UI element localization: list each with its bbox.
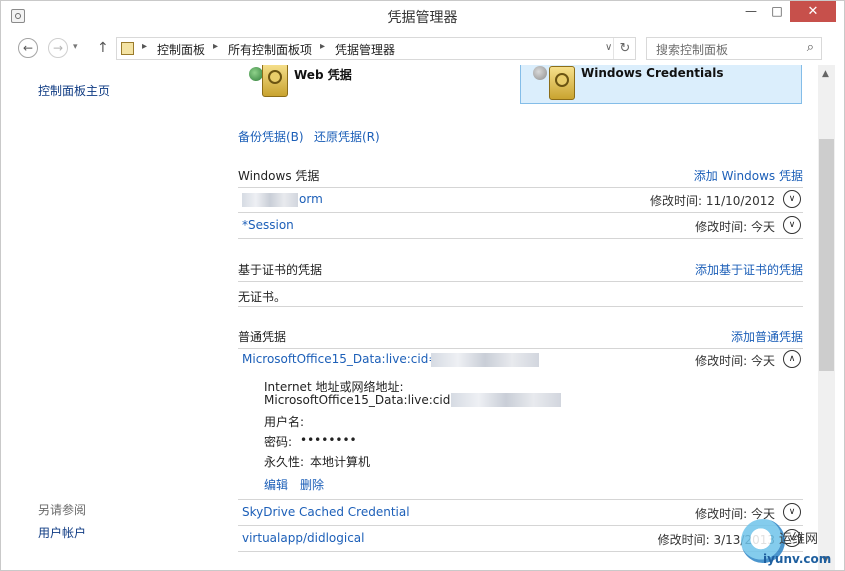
up-button[interactable]: ↑ xyxy=(97,40,109,56)
window-title: 凭据管理器 xyxy=(387,10,458,26)
search-input[interactable]: 搜索控制面板 ⌕ xyxy=(646,37,822,60)
breadcrumb-control-panel[interactable]: 控制面板 xyxy=(157,41,205,58)
globe-icon xyxy=(249,67,263,81)
back-button[interactable]: ← xyxy=(18,38,38,58)
credential-row[interactable]: virtualapp/didlogical 修改时间: 3/13/2013 ∨ xyxy=(238,526,803,551)
credential-name[interactable]: orm xyxy=(299,192,323,206)
vault-icon xyxy=(262,65,288,97)
backup-credentials-link[interactable]: 备份凭据(B) xyxy=(238,128,304,145)
expand-chevron-icon[interactable]: ∨ xyxy=(783,503,801,521)
title-bar: 凭据管理器 — □ ✕ xyxy=(1,1,844,33)
vertical-scrollbar[interactable]: ▲ ▼ xyxy=(818,65,835,570)
address-bar[interactable]: ▸ 控制面板 ▸ 所有控制面板项 ▸ 凭据管理器 ∨ ↻ xyxy=(116,37,636,60)
see-also-heading: 另请参阅 xyxy=(38,503,87,517)
breadcrumb-separator-icon[interactable]: ▸ xyxy=(142,41,147,52)
scroll-up-arrow-icon[interactable]: ▲ xyxy=(822,69,829,79)
control-panel-crumb-icon xyxy=(121,42,134,55)
credential-modified-time: 修改时间: 今天 xyxy=(695,354,775,368)
delete-credential-link[interactable]: 删除 xyxy=(300,476,324,493)
maximize-button[interactable]: □ xyxy=(764,1,790,22)
refresh-button[interactable]: ↻ xyxy=(613,38,636,59)
breadcrumb-all-items[interactable]: 所有控制面板项 xyxy=(228,41,312,58)
recent-locations-dropdown[interactable]: ▾ xyxy=(73,42,78,52)
credential-row[interactable]: orm 修改时间: 11/10/2012 ∨ xyxy=(238,187,803,212)
certificate-credentials-heading: 基于证书的凭据 xyxy=(238,263,323,277)
close-button[interactable]: ✕ xyxy=(790,1,836,22)
forward-button[interactable]: → xyxy=(48,38,68,58)
windows-credentials-heading: Windows 凭据 xyxy=(238,169,320,183)
password-value: •••••••• xyxy=(300,433,357,447)
add-certificate-credential-link[interactable]: 添加基于证书的凭据 xyxy=(695,261,803,278)
windows-credentials-tile[interactable]: Windows Credentials xyxy=(520,65,802,104)
divider xyxy=(238,306,803,307)
add-windows-credential-link[interactable]: 添加 Windows 凭据 xyxy=(694,167,803,184)
redacted-text xyxy=(431,353,539,367)
restore-credentials-link[interactable]: 还原凭据(R) xyxy=(314,128,380,145)
windows-credentials-label: Windows Credentials xyxy=(581,66,724,80)
search-icon[interactable]: ⌕ xyxy=(807,40,814,55)
address-dropdown-icon[interactable]: ∨ xyxy=(605,42,612,53)
password-label: 密码: xyxy=(264,435,293,449)
main-pane: Web 凭据 Windows Credentials 备份凭据(B) 还原凭据(… xyxy=(222,65,818,570)
persistence-value: 本地计算机 xyxy=(310,455,371,469)
expand-chevron-icon[interactable]: ∨ xyxy=(783,190,801,208)
no-certificates-text: 无证书。 xyxy=(238,290,287,304)
watermark-text: 运维网 xyxy=(779,532,819,547)
persistence-label: 永久性: xyxy=(264,455,305,469)
expand-chevron-icon[interactable]: ∨ xyxy=(783,216,801,234)
collapse-chevron-icon[interactable]: ∧ xyxy=(783,350,801,368)
credential-row-expanded[interactable]: MicrosoftOffice15_Data:live:cid= 修改时间: 今… xyxy=(238,347,803,372)
monitor-icon xyxy=(533,66,547,80)
search-placeholder: 搜索控制面板 xyxy=(656,43,729,57)
credential-manager-window: 凭据管理器 — □ ✕ ← → ▾ ↑ ▸ 控制面板 ▸ 所有控制面板项 ▸ 凭… xyxy=(0,0,845,571)
user-accounts-link[interactable]: 用户帐户 xyxy=(38,524,86,541)
generic-credentials-heading: 普通凭据 xyxy=(238,330,287,344)
divider xyxy=(238,551,803,552)
internet-address-value: MicrosoftOffice15_Data:live:cid= xyxy=(264,393,461,407)
navigation-bar: ← → ▾ ↑ ▸ 控制面板 ▸ 所有控制面板项 ▸ 凭据管理器 ∨ ↻ 搜索控… xyxy=(1,34,844,64)
web-credentials-label: Web 凭据 xyxy=(294,68,352,82)
credential-modified-time: 修改时间: 11/10/2012 xyxy=(649,194,775,208)
username-label: 用户名: xyxy=(264,415,305,429)
credential-name[interactable]: MicrosoftOffice15_Data:live:cid= xyxy=(242,352,438,366)
scrollbar-thumb[interactable] xyxy=(819,139,834,371)
add-generic-credential-link[interactable]: 添加普通凭据 xyxy=(731,328,803,345)
divider xyxy=(238,281,803,282)
credential-name[interactable]: *Session xyxy=(242,218,294,232)
redacted-text xyxy=(451,393,561,407)
credential-modified-time: 修改时间: 今天 xyxy=(695,220,775,234)
breadcrumb-separator-icon[interactable]: ▸ xyxy=(320,41,325,52)
left-pane: 控制面板主页 另请参阅 用户帐户 xyxy=(1,65,222,570)
edit-credential-link[interactable]: 编辑 xyxy=(264,476,288,493)
breadcrumb-separator-icon[interactable]: ▸ xyxy=(213,41,218,52)
watermark-url: iyunv.com xyxy=(763,552,832,566)
credential-name[interactable]: virtualapp/didlogical xyxy=(242,531,364,545)
credential-row[interactable]: SkyDrive Cached Credential 修改时间: 今天 ∨ xyxy=(238,500,803,525)
credential-row[interactable]: *Session 修改时间: 今天 ∨ xyxy=(238,213,803,238)
redacted-text xyxy=(242,193,298,207)
control-panel-home-link[interactable]: 控制面板主页 xyxy=(38,82,110,99)
divider xyxy=(238,238,803,239)
breadcrumb-credential-manager[interactable]: 凭据管理器 xyxy=(335,41,395,58)
credential-name[interactable]: SkyDrive Cached Credential xyxy=(242,505,410,519)
vault-icon xyxy=(549,66,575,100)
minimize-button[interactable]: — xyxy=(738,1,764,22)
